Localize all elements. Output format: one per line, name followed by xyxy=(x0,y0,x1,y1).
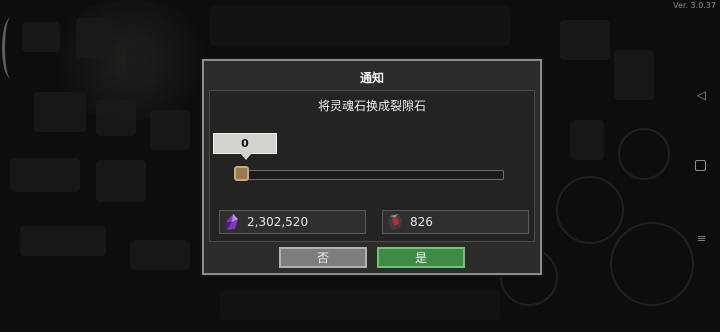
rift-stone-balance: 826 xyxy=(382,210,529,234)
menu-icon[interactable]: ≡ xyxy=(697,232,706,245)
rift-stone-amount: 826 xyxy=(410,215,433,229)
left-edge-indicator xyxy=(2,18,19,78)
notice-dialog: 通知 将灵魂石换成裂隙石 0 2,302,520 826 否 是 xyxy=(202,59,542,275)
version-label: Ver. 3.0.37 xyxy=(673,1,716,10)
dialog-title: 通知 xyxy=(359,71,384,85)
slider-value-bubble: 0 xyxy=(213,133,277,160)
exchange-panel: 将灵魂石换成裂隙石 0 2,302,520 826 xyxy=(209,90,535,242)
soul-stone-amount: 2,302,520 xyxy=(247,215,309,229)
yes-button[interactable]: 是 xyxy=(377,247,465,268)
back-icon[interactable]: ◁ xyxy=(697,88,706,102)
exchange-message: 将灵魂石换成裂隙石 xyxy=(317,99,426,113)
soul-stone-icon xyxy=(220,211,244,233)
rift-stone-icon xyxy=(383,211,407,233)
no-button[interactable]: 否 xyxy=(279,247,367,268)
quantity-slider-track[interactable] xyxy=(236,170,504,180)
soul-stone-balance: 2,302,520 xyxy=(219,210,366,234)
home-square-icon[interactable] xyxy=(695,160,706,171)
quantity-slider-handle[interactable] xyxy=(234,166,249,181)
